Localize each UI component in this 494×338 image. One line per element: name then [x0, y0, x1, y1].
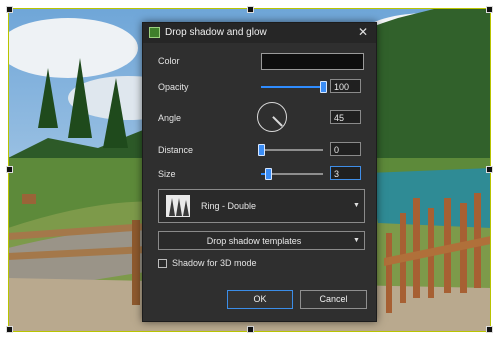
- templates-label: Drop shadow templates: [206, 236, 302, 246]
- drop-shadow-dialog: Drop shadow and glow ✕ Color Opacity 100…: [142, 22, 377, 322]
- size-slider-thumb[interactable]: [265, 168, 273, 180]
- distance-slider-thumb[interactable]: [258, 144, 265, 156]
- distance-value-field[interactable]: 0: [330, 142, 361, 156]
- chevron-down-icon: ▼: [353, 237, 360, 244]
- size-label: Size: [158, 169, 176, 179]
- resize-handle-top-left[interactable]: [6, 6, 13, 13]
- angle-label: Angle: [158, 113, 182, 123]
- opacity-slider-thumb[interactable]: [320, 81, 327, 93]
- resize-handle-left[interactable]: [6, 166, 13, 173]
- close-icon[interactable]: ✕: [358, 25, 368, 39]
- distance-label: Distance: [158, 145, 194, 155]
- ok-button[interactable]: OK: [227, 290, 293, 309]
- resize-handle-top-right[interactable]: [486, 6, 493, 13]
- ring-double-preset-icon: [166, 195, 190, 217]
- opacity-label: Opacity: [158, 82, 189, 92]
- templates-dropdown[interactable]: Drop shadow templates ▼: [158, 231, 365, 250]
- resize-handle-bottom-right[interactable]: [486, 326, 493, 333]
- resize-handle-top[interactable]: [247, 6, 254, 13]
- cancel-button[interactable]: Cancel: [300, 290, 367, 309]
- chevron-down-icon: ▼: [353, 202, 360, 209]
- dialog-title: Drop shadow and glow: [165, 27, 267, 38]
- shadow-3d-checkbox[interactable]: [158, 259, 167, 268]
- resize-handle-bottom-left[interactable]: [6, 326, 13, 333]
- size-value-field[interactable]: 3: [330, 166, 361, 180]
- opacity-slider-fill: [261, 86, 323, 88]
- color-swatch[interactable]: [261, 53, 364, 70]
- angle-dial[interactable]: [257, 102, 287, 132]
- preset-label: Ring - Double: [201, 201, 257, 211]
- image-effect-icon: [149, 27, 160, 38]
- dialog-titlebar[interactable]: Drop shadow and glow ✕: [143, 23, 376, 43]
- distance-slider[interactable]: [261, 149, 323, 151]
- resize-handle-bottom[interactable]: [247, 326, 254, 333]
- shadow-3d-label: Shadow for 3D mode: [172, 258, 257, 268]
- preset-dropdown[interactable]: Ring - Double ▼: [158, 189, 365, 223]
- opacity-value-field[interactable]: 100: [330, 79, 361, 93]
- angle-dial-needle: [272, 116, 283, 127]
- color-label: Color: [158, 56, 180, 66]
- resize-handle-right[interactable]: [486, 166, 493, 173]
- angle-value-field[interactable]: 45: [330, 110, 361, 124]
- opacity-slider[interactable]: [261, 86, 323, 88]
